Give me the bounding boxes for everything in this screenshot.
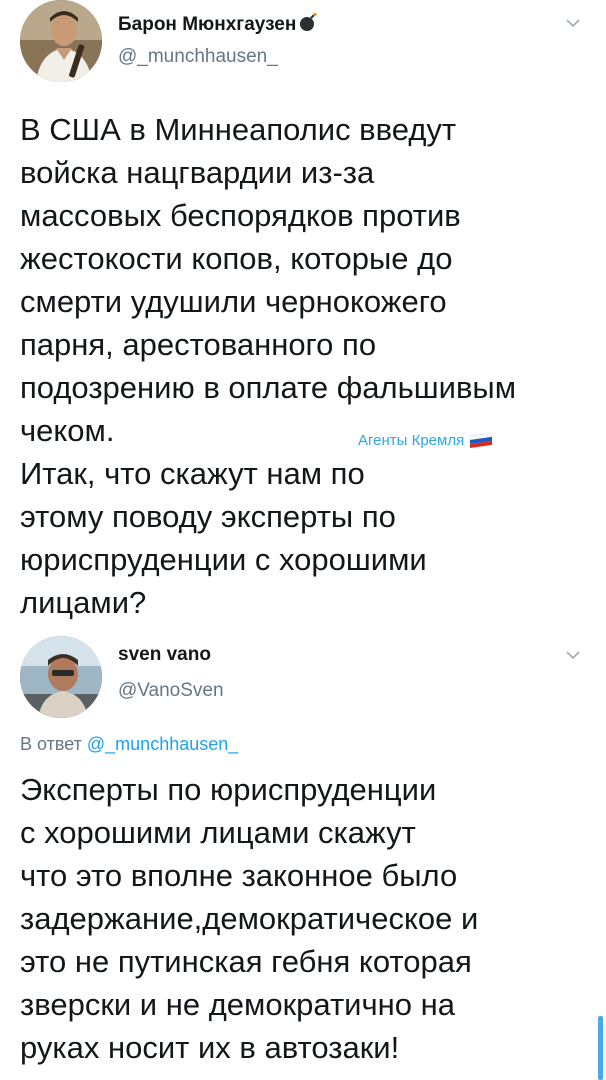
author-name[interactable]: sven vano <box>118 644 211 666</box>
author-name[interactable]: Барон Мюнхгаузен <box>118 12 318 36</box>
reply-to-link[interactable]: @_munchhausen_ <box>87 734 238 754</box>
chevron-down-icon[interactable] <box>562 12 584 34</box>
text-line: В США в Миннеаполис введут <box>20 112 457 147</box>
text-line: этому поводу эксперты по <box>20 499 396 534</box>
text-line: массовых беспорядков против <box>20 198 461 233</box>
text-line: зверски и не демократично на <box>20 987 455 1022</box>
text-line: войска нацгвардии из-за <box>20 155 375 190</box>
text-line: смерти удушили чернокожего <box>20 284 447 319</box>
tweet-text: В США в Миннеаполис введут войска нацгва… <box>20 108 590 624</box>
watermark-text: Агенты Кремля <box>358 432 465 449</box>
text-line: руках носит их в автозаки! <box>20 1030 400 1065</box>
chevron-down-icon[interactable] <box>562 644 584 666</box>
text-line: Итак, что скажут нам по <box>20 456 365 491</box>
bomb-icon <box>300 12 317 31</box>
author-handle[interactable]: @_munchhausen_ <box>118 46 278 68</box>
text-line: лицами? <box>20 585 147 620</box>
text-line: юриспруденции с хорошими <box>20 542 427 577</box>
text-line: чеком. <box>20 413 115 448</box>
author-handle[interactable]: @VanoSven <box>118 680 224 702</box>
text-line: подозрению в оплате фальшивым <box>20 370 517 405</box>
text-line: с хорошими лицами скажут <box>20 815 416 850</box>
text-line: задержание,демократическое и <box>20 901 479 936</box>
scrollbar[interactable] <box>598 1016 603 1080</box>
avatar[interactable] <box>20 0 102 82</box>
text-line: жестокости копов, которые до <box>20 241 453 276</box>
text-line: это не путинская гебня которая <box>20 944 472 979</box>
russia-flag-icon <box>470 433 493 448</box>
reply-context: В ответ @_munchhausen_ <box>20 734 238 755</box>
reply-prefix: В ответ <box>20 734 87 754</box>
text-line: парня, арестованного по <box>20 327 377 362</box>
tweet-text: Эксперты по юриспруденции с хорошими лиц… <box>20 768 590 1069</box>
tweet-reply: sven vano @VanoSven В ответ @_munchhause… <box>0 630 606 1080</box>
watermark: Агенты Кремля <box>358 432 494 449</box>
tweet-original: Барон Мюнхгаузен @_munchhausen_ В США в … <box>0 0 606 630</box>
avatar[interactable] <box>20 636 102 718</box>
text-line: что это вполне законное было <box>20 858 458 893</box>
text-line: Эксперты по юриспруденции <box>20 772 437 807</box>
author-name-text[interactable]: Барон Мюнхгаузен <box>118 14 296 35</box>
